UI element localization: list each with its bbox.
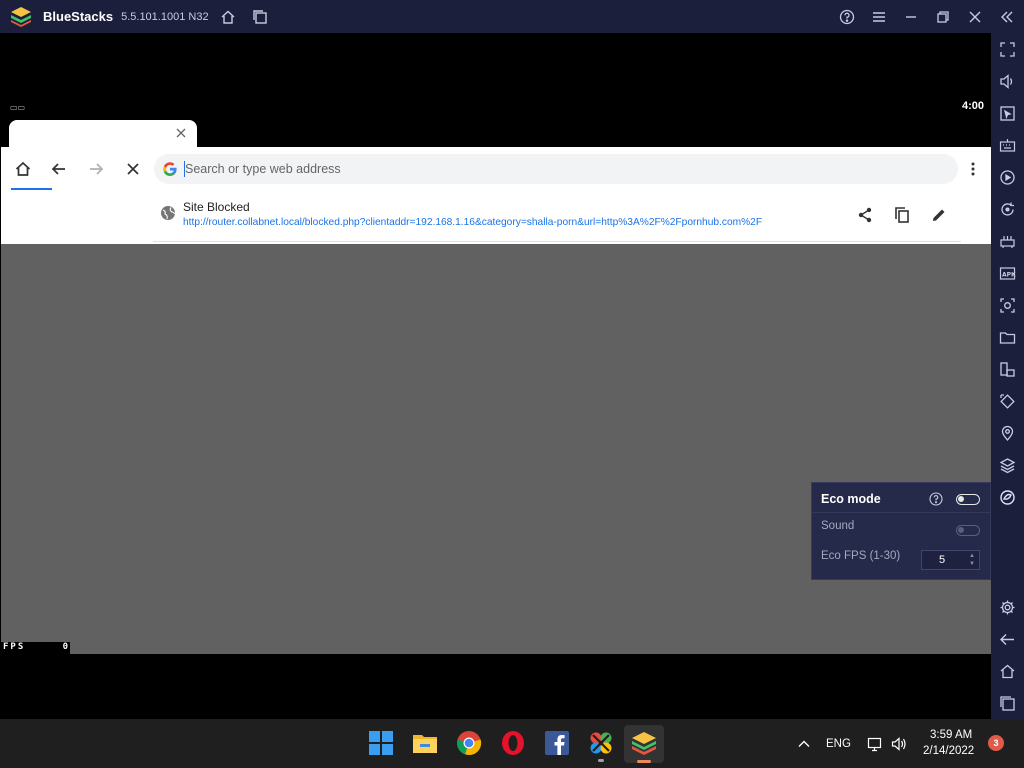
- back-arrow-icon[interactable]: [50, 160, 68, 178]
- sound-label: Sound: [821, 520, 855, 532]
- browser-tab[interactable]: [9, 120, 197, 148]
- app-version: 5.5.101.1001 N32: [121, 10, 209, 23]
- running-indicator: [598, 759, 604, 762]
- omnibox-suggestion[interactable]: Site Blocked http://router.collabnet.loc…: [1, 191, 991, 244]
- suggestion-divider: [153, 241, 961, 242]
- windows-start-icon[interactable]: [368, 730, 394, 756]
- clock-time[interactable]: 3:59 AM: [930, 729, 972, 741]
- fps-label: FPS: [3, 642, 26, 652]
- browser-home-icon[interactable]: [14, 160, 32, 178]
- game-app-icon[interactable]: [588, 730, 614, 756]
- file-explorer-icon[interactable]: [412, 730, 438, 756]
- eco-mode-header: Eco mode: [812, 483, 990, 513]
- eco-fps-stepper[interactable]: ▲ ▼: [921, 550, 980, 570]
- folder-icon[interactable]: [999, 329, 1016, 346]
- eco-mode-popup: Eco mode Sound Eco FPS (1-30) ▲ ▼: [811, 482, 991, 580]
- close-icon[interactable]: [966, 8, 983, 25]
- restore-icon[interactable]: [934, 8, 951, 25]
- svg-text:APK: APK: [1002, 271, 1016, 278]
- tray-overflow-chevron-icon[interactable]: [796, 736, 812, 752]
- suggestion-url: http://router.collabnet.local/blocked.ph…: [183, 217, 763, 228]
- settings-gear-icon[interactable]: [999, 599, 1016, 616]
- volume-icon[interactable]: [999, 73, 1016, 90]
- bluestacks-taskbar-icon[interactable]: [631, 730, 657, 756]
- bluestacks-logo-icon: [11, 6, 31, 27]
- increment-arrow-icon[interactable]: ▲: [969, 553, 975, 559]
- browser-toolbar: [1, 147, 991, 191]
- decrement-arrow-icon[interactable]: ▼: [969, 561, 975, 567]
- keyboard-status-icon: ▭▭: [10, 103, 26, 112]
- android-screen[interactable]: ▭▭ 4:00 Search or type web address Site …: [0, 33, 991, 719]
- loading-progress-bar: [11, 188, 52, 190]
- macro-play-icon[interactable]: [999, 169, 1016, 186]
- title-bar: BlueStacks 5.5.101.1001 N32: [0, 0, 1024, 33]
- help-icon[interactable]: [838, 8, 855, 25]
- facebook-icon[interactable]: [544, 730, 570, 756]
- notification-badge[interactable]: 3: [988, 735, 1004, 751]
- network-icon[interactable]: [867, 736, 883, 752]
- keyboard-controls-icon[interactable]: [999, 137, 1016, 154]
- location-pin-icon[interactable]: [999, 425, 1016, 442]
- chrome-icon[interactable]: [456, 730, 482, 756]
- search-input[interactable]: [185, 159, 785, 179]
- android-home-icon[interactable]: [999, 663, 1016, 680]
- sound-toggle-knob: [958, 527, 964, 533]
- android-back-icon[interactable]: [999, 631, 1016, 648]
- clock-date[interactable]: 2/14/2022: [923, 745, 974, 757]
- fps-value: 0: [62, 642, 68, 652]
- stop-loading-icon[interactable]: [124, 160, 142, 178]
- edit-pencil-icon[interactable]: [930, 206, 948, 224]
- eco-mode-toggle[interactable]: [956, 494, 980, 505]
- apk-install-icon[interactable]: APK: [999, 265, 1016, 282]
- globe-icon: [161, 206, 176, 220]
- address-bar[interactable]: [154, 154, 958, 184]
- minimize-icon[interactable]: [902, 8, 919, 25]
- recent-apps-icon[interactable]: [999, 695, 1016, 712]
- copy-icon[interactable]: [893, 206, 911, 224]
- rotate-icon[interactable]: [999, 393, 1016, 410]
- fps-counter: FPS 0: [1, 642, 70, 654]
- eco-fps-label: Eco FPS (1-30): [821, 550, 901, 562]
- windows-taskbar: ENG 3:59 AM 2/14/2022 3: [0, 719, 1024, 768]
- eco-mode-title: Eco mode: [821, 492, 881, 506]
- language-indicator[interactable]: ENG: [826, 738, 851, 750]
- share-icon[interactable]: [856, 206, 874, 224]
- speaker-icon[interactable]: [891, 736, 907, 752]
- overflow-menu-icon[interactable]: [964, 160, 982, 178]
- multi-instance-icon[interactable]: [251, 8, 268, 25]
- right-sidebar: APK: [991, 33, 1024, 719]
- tab-close-icon[interactable]: [175, 127, 187, 139]
- multi-screen-icon[interactable]: [999, 361, 1016, 378]
- collapse-sidebar-icon[interactable]: [998, 8, 1015, 25]
- opera-icon[interactable]: [500, 730, 526, 756]
- layers-icon[interactable]: [999, 457, 1016, 474]
- page-content-area[interactable]: [1, 244, 991, 654]
- screenshot-icon[interactable]: [999, 297, 1016, 314]
- sound-toggle[interactable]: [956, 525, 980, 536]
- cursor-lock-icon[interactable]: [999, 105, 1016, 122]
- eco-mode-toggle-knob: [958, 496, 964, 502]
- sync-icon[interactable]: [999, 201, 1016, 218]
- home-icon[interactable]: [219, 8, 236, 25]
- fullscreen-icon[interactable]: [999, 41, 1016, 58]
- status-bar-time: 4:00: [961, 100, 984, 112]
- active-app-indicator: [637, 760, 651, 763]
- app-name: BlueStacks: [43, 9, 114, 24]
- eco-help-icon[interactable]: [929, 492, 943, 506]
- google-g-icon: [163, 162, 177, 177]
- forward-arrow-icon[interactable]: [87, 160, 105, 178]
- suggestion-title: Site Blocked: [183, 200, 250, 214]
- performance-icon[interactable]: [999, 233, 1016, 250]
- menu-icon[interactable]: [870, 8, 887, 25]
- eco-mode-icon[interactable]: [999, 489, 1016, 506]
- eco-fps-input[interactable]: [922, 551, 962, 569]
